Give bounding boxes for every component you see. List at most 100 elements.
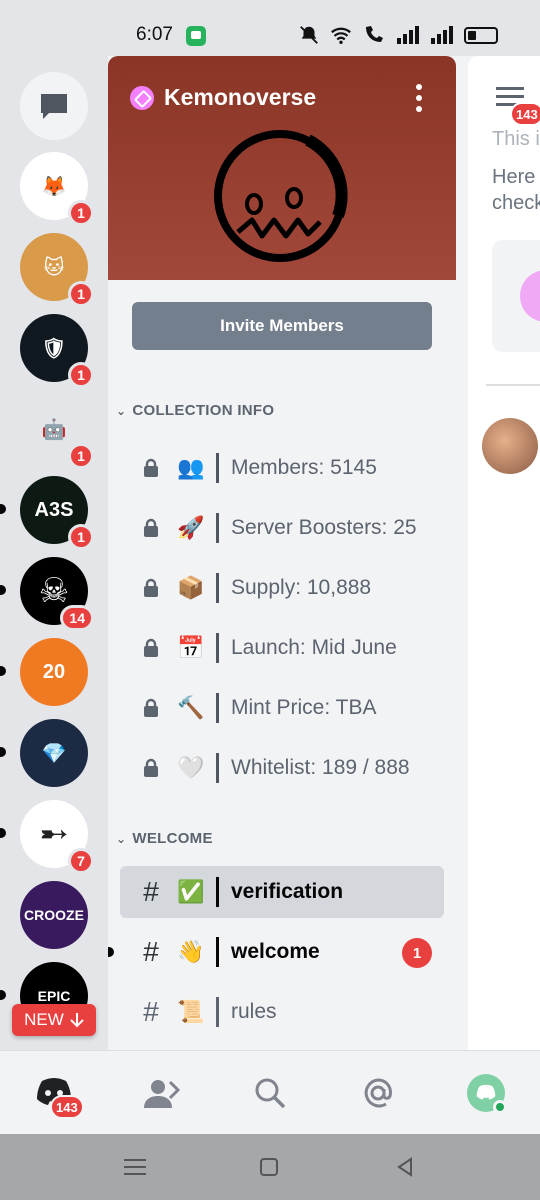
channel-locked-info[interactable]: 👥 Members: 5145 [120, 442, 444, 494]
divider [486, 384, 540, 386]
channel-locked-info[interactable]: 🔨 Mint Price: TBA [120, 682, 444, 734]
channel-emoji: 👥 [177, 455, 205, 480]
channel-locked-info[interactable]: 📅 Launch: Mid June [120, 622, 444, 674]
channel-emoji: 🔨 [177, 695, 205, 720]
channel-verification[interactable]: # ✅ verification [120, 866, 444, 918]
channel-emoji: 🤍 [177, 755, 205, 780]
server-name: Kemonoverse [164, 84, 317, 110]
channel-name: Members: 5145 [231, 456, 377, 479]
lock-icon [136, 518, 166, 538]
channel-welcome[interactable]: # 👋 welcome 1 [108, 926, 444, 978]
chat-peek-panel[interactable]: 143 This i Here check [468, 56, 540, 1050]
server-avatar: CROOZE [20, 881, 88, 949]
wifi-icon [331, 27, 351, 44]
channel-locked-info[interactable]: 🚀 Server Boosters: 25 [120, 502, 444, 554]
mention-badge: 1 [68, 281, 94, 307]
separator [216, 997, 219, 1027]
mention-badge: 1 [68, 362, 94, 388]
server-icon-crooze-guild[interactable]: CROOZE [20, 881, 88, 949]
peek-text-line: Here [492, 166, 536, 188]
channel-emoji: ✅ [177, 879, 205, 904]
invite-members-button[interactable]: Invite Members [132, 302, 432, 350]
server-icon-robot-guild[interactable]: 🤖 1 [20, 395, 94, 469]
lock-icon [136, 758, 166, 778]
server-icon-a3s-guild[interactable]: A3S 1 [0, 476, 94, 550]
home-icon[interactable] [256, 1154, 282, 1180]
mute-icon [300, 26, 318, 44]
server-avatar: 💎 [20, 719, 88, 787]
status-icons [298, 24, 498, 46]
boost-gem-icon [130, 85, 154, 110]
status-bar: 6:07 [0, 0, 540, 56]
tab-mentions[interactable] [356, 1071, 400, 1115]
separator [216, 937, 219, 967]
signal-icon [397, 26, 419, 44]
direct-messages-button[interactable] [20, 72, 88, 140]
tab-search[interactable] [248, 1071, 292, 1115]
channel-emoji: 👋 [177, 939, 205, 964]
channel-name: Server Boosters: 25 [231, 516, 417, 539]
channel-name: Launch: Mid June [231, 636, 397, 659]
separator [216, 513, 219, 543]
channel-rules[interactable]: # 📜 rules [120, 986, 444, 1038]
wifi-calling-icon [366, 26, 383, 42]
online-status-icon [493, 1100, 507, 1114]
tab-profile[interactable] [464, 1071, 508, 1115]
unread-indicator [108, 947, 114, 957]
peek-card [492, 240, 540, 352]
hashtag-icon: # [143, 936, 159, 967]
channel-name: verification [231, 880, 344, 903]
at-sign-icon [364, 1078, 392, 1108]
messaging-app-notification-icon [186, 26, 206, 46]
server-icon-bullet-guild[interactable]: ➸ 7 [0, 800, 94, 874]
system-navigation-bar [0, 1134, 540, 1200]
server-header[interactable]: Kemonoverse [130, 84, 316, 111]
server-icon-shield-guild[interactable]: 🛡 1 [20, 314, 94, 388]
channel-name: rules [231, 1000, 277, 1023]
separator [216, 693, 219, 723]
mention-badge: 1 [68, 524, 94, 550]
arrow-down-icon [70, 1013, 84, 1028]
server-icon-skull-guild[interactable]: ☠ 14 [0, 557, 94, 631]
separator [216, 753, 219, 783]
channel-emoji: 🚀 [177, 515, 205, 540]
mention-badge: 1 [68, 200, 94, 226]
server-icon-football-guild[interactable]: 20 [0, 638, 88, 706]
category-label: WELCOME [132, 830, 213, 847]
mention-badge: 1 [402, 938, 432, 968]
back-icon[interactable] [392, 1154, 418, 1180]
separator [216, 453, 219, 483]
server-icon-cat-guild[interactable]: 🐱 1 [20, 233, 94, 307]
channel-locked-info[interactable]: 🤍 Whitelist: 189 / 888 [120, 742, 444, 794]
lock-icon [136, 578, 166, 598]
category-collection-info[interactable]: ⌄ COLLECTION INFO [116, 402, 274, 419]
category-label: COLLECTION INFO [132, 402, 275, 419]
channel-locked-info[interactable]: 📦 Supply: 10,888 [120, 562, 444, 614]
tab-friends[interactable] [140, 1071, 184, 1115]
channel-name: Supply: 10,888 [231, 576, 372, 599]
peek-text-line: check [492, 192, 540, 214]
unread-indicator [0, 666, 6, 676]
battery-icon [464, 26, 498, 44]
separator [216, 573, 219, 603]
server-options-icon[interactable] [414, 84, 424, 112]
discord-logo-icon [476, 1084, 496, 1100]
server-logo [214, 130, 348, 262]
category-welcome[interactable]: ⌄ WELCOME [116, 830, 213, 847]
recent-apps-icon[interactable] [122, 1154, 148, 1180]
unread-indicator [0, 747, 6, 757]
hashtag-icon: # [143, 996, 159, 1027]
card-icon [520, 270, 540, 322]
channel-emoji: 📜 [177, 999, 205, 1024]
separator [216, 877, 219, 907]
peek-text-line: This i [492, 128, 540, 150]
search-icon [255, 1078, 286, 1109]
mention-badge: 7 [68, 848, 94, 874]
channel-emoji: 📅 [177, 635, 205, 660]
server-icon-fox-guild[interactable]: 🦊 1 [20, 152, 94, 226]
lock-icon [136, 458, 166, 478]
new-pill-label: NEW [24, 1010, 64, 1029]
new-unreads-pill[interactable]: NEW [12, 1004, 96, 1036]
server-icon-crystal-guild[interactable]: 💎 [0, 719, 88, 787]
separator [216, 633, 219, 663]
